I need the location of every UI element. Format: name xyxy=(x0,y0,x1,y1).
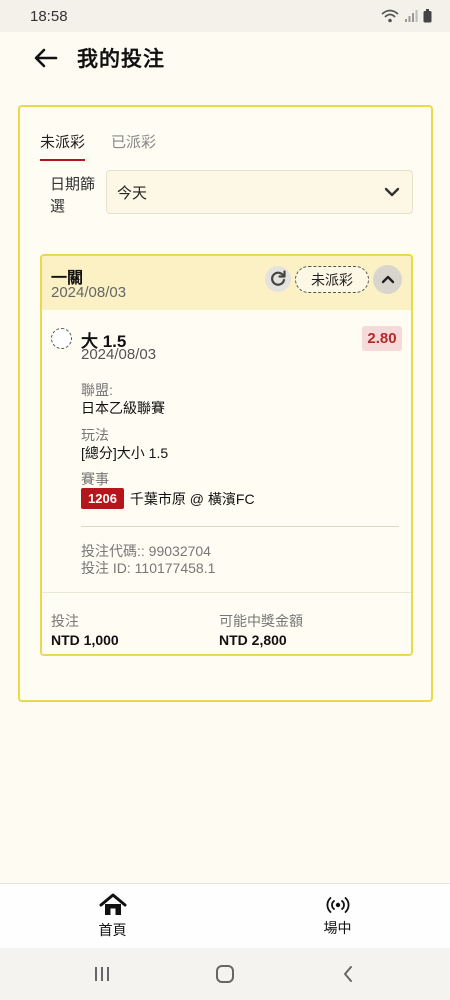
payout-block: 可能中獎金額 NTD 2,800 xyxy=(219,611,303,648)
chevron-up-icon xyxy=(381,275,394,284)
bet-card-footer: 投注 NTD 1,000 可能中獎金額 NTD 2,800 xyxy=(42,592,411,654)
home-circle-icon xyxy=(215,965,234,983)
nav-label-live: 場中 xyxy=(323,919,352,936)
market-value: [總分]大小 1.5 xyxy=(81,445,169,461)
collapse-button[interactable] xyxy=(373,265,402,294)
league-value: 日本乙級聯賽 xyxy=(81,400,165,416)
wifi-icon xyxy=(381,9,399,23)
refresh-icon xyxy=(271,270,286,286)
signal-icon xyxy=(405,10,418,22)
recent-apps-icon xyxy=(94,967,109,981)
bottom-nav: 首頁 場中 xyxy=(0,883,450,948)
nav-label-home: 首頁 xyxy=(98,921,127,938)
pick-date: 2024/08/03 xyxy=(81,346,157,363)
back-button[interactable] xyxy=(33,45,59,71)
bet-status-tabs: 未派彩 已派彩 xyxy=(40,131,156,161)
status-icons xyxy=(381,9,432,23)
league-label: 聯盟: xyxy=(81,382,113,398)
match-name: 千葉市原 @ 橫濱FC xyxy=(129,490,255,507)
pick-select-radio[interactable] xyxy=(51,328,72,349)
system-nav-bar xyxy=(0,948,450,1000)
stake-value: NTD 1,000 xyxy=(51,632,119,648)
match-row: 1206 千葉市原 @ 橫濱FC xyxy=(81,488,255,509)
market-label: 玩法 xyxy=(81,427,109,443)
tab-settled[interactable]: 已派彩 xyxy=(111,131,156,161)
bet-card: 一關 2024/08/03 未派彩 大 1.5 2024/08/03 2.80 … xyxy=(40,254,413,656)
odds-badge: 2.80 xyxy=(362,326,402,351)
live-broadcast-icon xyxy=(326,896,349,913)
status-time: 18:58 xyxy=(30,7,68,25)
payout-value: NTD 2,800 xyxy=(219,632,287,648)
date-filter-label: 日期篩選 xyxy=(50,176,96,215)
payout-label: 可能中獎金額 xyxy=(219,613,303,629)
nav-item-home[interactable]: 首頁 xyxy=(0,884,225,948)
battery-icon xyxy=(423,9,432,23)
chevron-down-icon xyxy=(384,187,400,197)
bet-status-badge: 未派彩 xyxy=(295,266,369,293)
stake-label: 投注 xyxy=(51,613,79,629)
status-bar: 18:58 xyxy=(0,0,450,32)
date-filter-value: 今天 xyxy=(117,184,148,202)
parlay-date: 2024/08/03 xyxy=(51,284,127,301)
divider xyxy=(81,526,399,527)
back-chevron-icon xyxy=(344,966,353,982)
back-system-button[interactable] xyxy=(328,959,368,989)
refresh-button[interactable] xyxy=(265,266,291,292)
recent-apps-button[interactable] xyxy=(82,959,122,989)
tab-unsettled[interactable]: 未派彩 xyxy=(40,131,86,161)
bet-id: 投注 ID: 110177458.1 xyxy=(81,560,216,576)
nav-item-live[interactable]: 場中 xyxy=(225,884,450,948)
home-system-button[interactable] xyxy=(205,959,245,989)
bet-card-header: 一關 2024/08/03 未派彩 xyxy=(42,256,411,310)
page-title: 我的投注 xyxy=(77,48,165,71)
arrow-left-icon xyxy=(34,48,58,68)
app-header: 我的投注 xyxy=(0,32,450,84)
bets-panel: 未派彩 已派彩 日期篩選 今天 一關 2024/08/03 未派彩 大 1.5 … xyxy=(18,105,433,702)
stake-block: 投注 NTD 1,000 xyxy=(51,611,119,648)
date-filter-select[interactable]: 今天 xyxy=(106,170,413,214)
home-icon xyxy=(99,893,126,915)
event-label: 賽事 xyxy=(81,471,109,487)
match-id-badge: 1206 xyxy=(81,488,124,509)
